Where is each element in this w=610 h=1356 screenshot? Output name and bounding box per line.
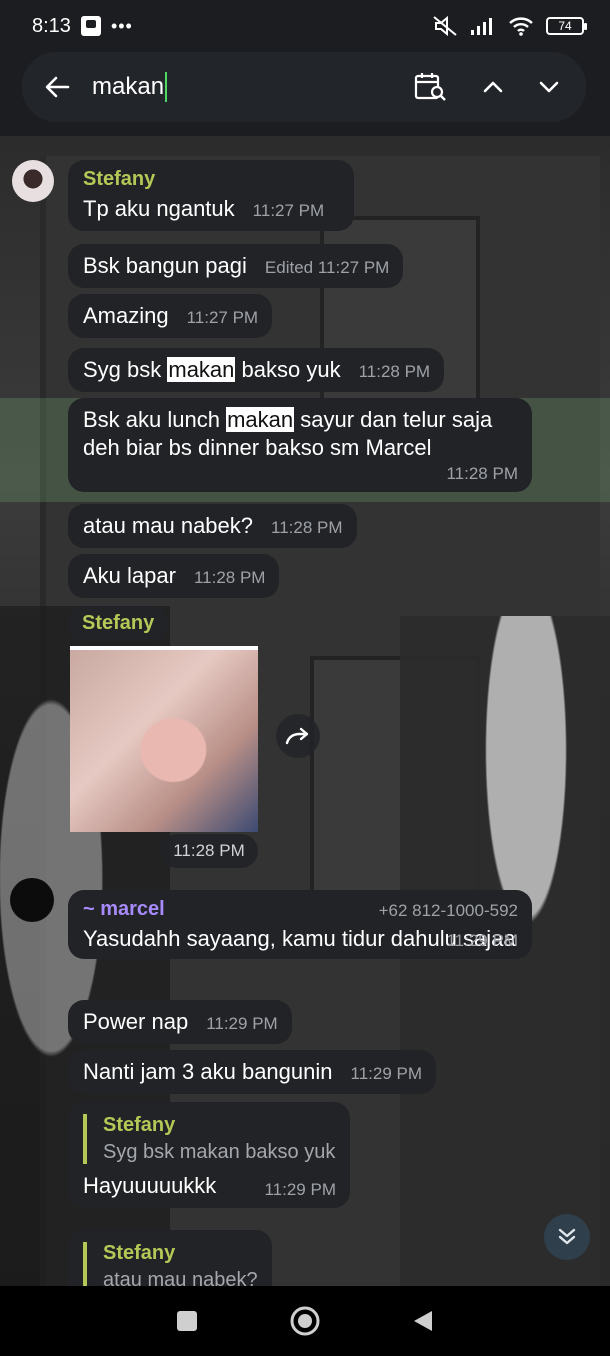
message-text: Amazing (83, 303, 169, 328)
avatar[interactable] (12, 160, 54, 202)
search-bar: makan (22, 52, 586, 122)
message-text: Nanti jam 3 aku bangunin (83, 1059, 333, 1084)
system-nav-bar (0, 1286, 610, 1356)
recents-button-icon[interactable] (176, 1310, 198, 1332)
message-bubble[interactable]: Power nap 11:29 PM (68, 1000, 292, 1044)
reply-quote[interactable]: Stefany Syg bsk makan bakso yuk (83, 1114, 336, 1164)
calendar-search-icon[interactable] (414, 71, 448, 103)
message-bubble[interactable]: Nanti jam 3 aku bangunin 11:29 PM (68, 1050, 437, 1094)
back-button[interactable] (22, 52, 92, 122)
message-bubble[interactable]: Stefany atau mau nabek? (68, 1230, 272, 1286)
reply-text: atau mau nabek? (103, 1269, 258, 1286)
double-chevron-down-icon (558, 1228, 576, 1245)
message-text: Power nap (83, 1009, 189, 1034)
message-time: 11:27 PM (252, 201, 325, 220)
reply-sender: Stefany (103, 1242, 176, 1264)
message-time: Edited 11:27 PM (264, 258, 390, 277)
home-button-icon[interactable] (289, 1305, 321, 1337)
sender-name: ~ marcel (83, 898, 165, 920)
back-arrow-icon (45, 76, 70, 98)
message-text: atau mau nabek? (83, 513, 254, 538)
text-segment: bakso yuk (235, 357, 341, 382)
message-bubble[interactable]: Stefany Tp aku ngantuk 11:27 PM (68, 160, 354, 231)
sender-phone: +62 812-1000-592 (378, 901, 518, 920)
forward-icon (285, 727, 309, 745)
message-time: 11:28 PM (271, 518, 343, 537)
sender-name: Stefany (83, 168, 156, 190)
status-bar: 8:13 ••• 74 (0, 0, 610, 52)
search-header: makan (0, 52, 610, 136)
message-bubble[interactable]: Bsk aku lunch makan sayur dan telur saja… (68, 398, 532, 492)
message-text: Aku lapar (83, 563, 176, 588)
photo-sender-label: Stefany (68, 606, 169, 641)
text-segment: Bsk aku lunch (83, 407, 227, 432)
next-result-icon[interactable] (538, 80, 560, 94)
search-match: makan (226, 407, 295, 432)
message-bubble[interactable]: Aku lapar 11:28 PM (68, 554, 280, 598)
tiket-app-icon (80, 16, 101, 36)
avatar[interactable] (10, 878, 54, 922)
message-time: 11:28 PM (446, 464, 518, 483)
previous-result-icon[interactable] (482, 80, 504, 94)
message-text: Hayuuuuukkk (83, 1173, 217, 1198)
text-segment: Syg bsk (83, 357, 168, 382)
more-notifications-icon: ••• (110, 15, 133, 36)
sender-name: Stefany (82, 612, 155, 634)
message-time: 11:29 PM (350, 1064, 423, 1083)
search-input[interactable]: makan (92, 72, 168, 102)
chat-area[interactable]: Stefany Tp aku ngantuk 11:27 PM Bsk bangu… (0, 136, 610, 1286)
message-time: 11:27 PM (186, 308, 259, 327)
mute-icon (433, 15, 457, 37)
reply-quote[interactable]: Stefany atau mau nabek? (83, 1242, 258, 1286)
message-bubble[interactable]: Stefany Syg bsk makan bakso yuk Hayuuuuu… (68, 1102, 350, 1208)
reply-sender: Stefany (103, 1114, 176, 1136)
message-text: Syg bsk makan bakso yuk (83, 357, 341, 382)
search-match: makan (167, 357, 236, 382)
signal-icon (471, 18, 492, 35)
message-time: 11:28 PM (358, 362, 431, 381)
message-bubble[interactable]: Bsk bangun pagi Edited 11:27 PM (68, 244, 404, 288)
message-bubble[interactable]: atau mau nabek? 11:28 PM (68, 504, 357, 548)
message-time: 11:28 PM (193, 568, 266, 587)
message-bubble[interactable]: Syg bsk makan bakso yuk 11:28 PM (68, 348, 445, 392)
battery-icon: 74 (546, 17, 587, 35)
message-text: Bsk aku lunch makan sayur dan telur saja… (83, 407, 492, 460)
clock: 8:13 (32, 14, 71, 37)
message-text: Tp aku ngantuk (83, 196, 235, 221)
message-bubble[interactable]: Amazing 11:27 PM (68, 294, 273, 338)
photo-message[interactable] (70, 646, 258, 832)
message-time: 11:29 PM (206, 1014, 278, 1033)
back-button-icon[interactable] (412, 1309, 434, 1333)
message-time: 11:28 PM (160, 834, 258, 868)
message-bubble[interactable]: ~ marcel +62 812-1000-592 Yasudahh sayaa… (68, 890, 532, 959)
reply-text: Syg bsk makan bakso yuk (103, 1141, 336, 1163)
message-text: Bsk bangun pagi (83, 253, 247, 278)
scroll-down-button[interactable] (544, 1214, 590, 1260)
forward-button[interactable] (276, 714, 320, 758)
wifi-icon (509, 17, 533, 36)
